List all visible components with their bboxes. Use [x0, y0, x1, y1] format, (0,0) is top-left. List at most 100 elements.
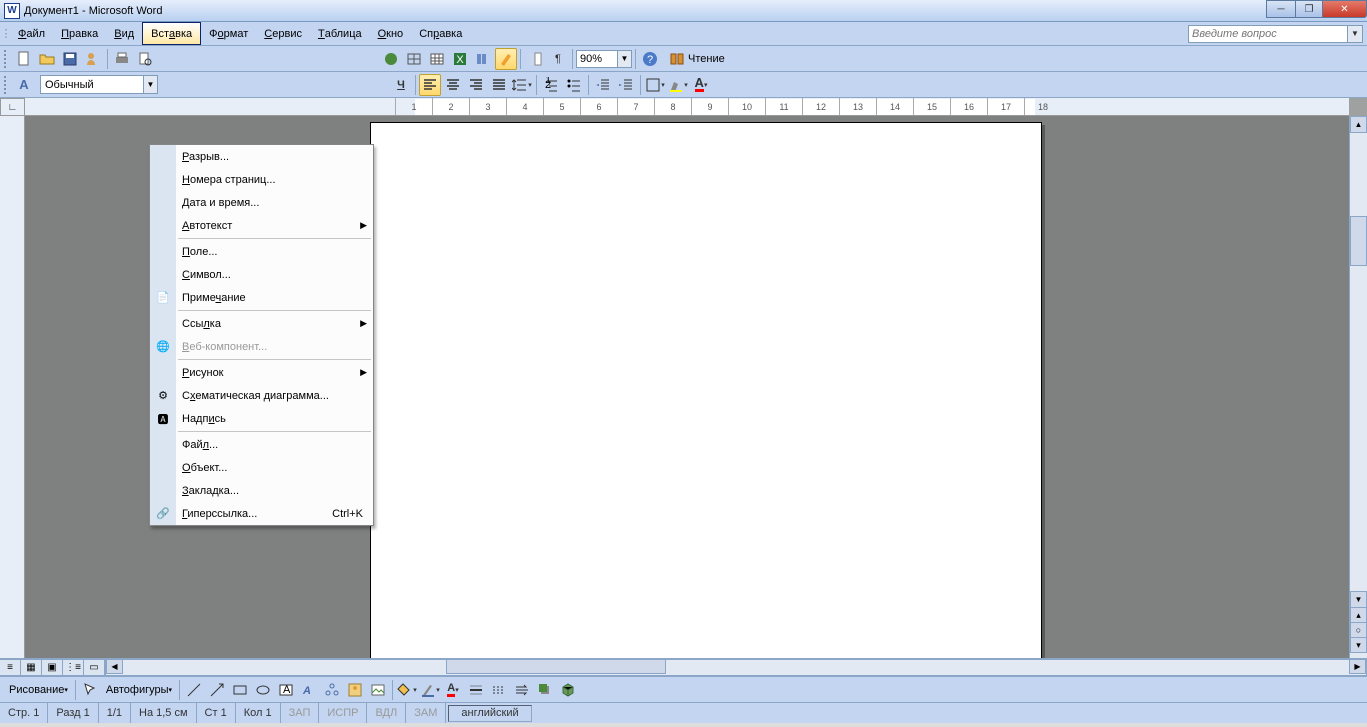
zoom-dropdown[interactable]: ▼ [618, 50, 632, 68]
show-marks-button[interactable]: ¶ [547, 48, 569, 70]
status-ovr[interactable]: ЗАМ [406, 703, 446, 723]
menu-формат[interactable]: Формат [201, 22, 256, 45]
prev-page-button[interactable]: ▴ [1350, 607, 1367, 623]
menu-сервис[interactable]: Сервис [256, 22, 310, 45]
new-button[interactable] [13, 48, 35, 70]
status-language[interactable]: английский [448, 705, 531, 722]
print-button[interactable] [111, 48, 133, 70]
menu-справка[interactable]: Справка [411, 22, 470, 45]
hscroll-thumb[interactable] [446, 659, 666, 674]
borders-button[interactable]: ▾ [644, 74, 666, 96]
help-search-dropdown[interactable]: ▼ [1348, 25, 1363, 43]
print-view-button[interactable]: ▣ [41, 659, 63, 676]
status-rec[interactable]: ЗАП [281, 703, 320, 723]
rectangle-button[interactable] [229, 679, 251, 701]
menu-item-разрыв[interactable]: Разрыв... [150, 145, 373, 168]
menu-item-объект[interactable]: Объект... [150, 456, 373, 479]
help-button[interactable]: ? [639, 48, 661, 70]
menu-item-рисунок[interactable]: Рисунок▶ [150, 361, 373, 384]
vertical-ruler[interactable]: ∟ [0, 116, 25, 658]
tab-selector[interactable]: ∟ [0, 98, 25, 116]
menu-item-файл[interactable]: Файл... [150, 433, 373, 456]
3d-button[interactable] [557, 679, 579, 701]
vertical-scrollbar[interactable]: ▲ ▼ ▴ ○ ▾ [1349, 116, 1367, 658]
zoom-input[interactable] [576, 50, 618, 68]
next-page-button[interactable]: ▾ [1350, 637, 1367, 653]
menu-item-дата-и-время[interactable]: Дата и время... [150, 191, 373, 214]
doc-map-button[interactable] [524, 48, 546, 70]
fill-color-button[interactable]: ▾ [396, 679, 418, 701]
scroll-left-button[interactable]: ◀ [106, 659, 123, 674]
bulleted-list-button[interactable] [563, 74, 585, 96]
menu-item-закладка[interactable]: Закладка... [150, 479, 373, 502]
align-justify-button[interactable] [488, 74, 510, 96]
align-left-button[interactable] [419, 74, 441, 96]
arrow-style-button[interactable] [511, 679, 533, 701]
toolbar-grip[interactable] [4, 76, 10, 94]
status-ext[interactable]: ВДЛ [367, 703, 406, 723]
columns-button[interactable] [472, 48, 494, 70]
menu-таблица[interactable]: Таблица [310, 22, 370, 45]
hyperlink-button[interactable] [380, 48, 402, 70]
menu-item-символ[interactable]: Символ... [150, 263, 373, 286]
print-preview-button[interactable] [134, 48, 156, 70]
menu-файл[interactable]: Файл [10, 22, 53, 45]
menu-item-гиперссылка[interactable]: 🔗Гиперссылка...Ctrl+K [150, 502, 373, 525]
font-color-draw-button[interactable]: A▾ [442, 679, 464, 701]
decrease-indent-button[interactable] [592, 74, 614, 96]
toolbar-grip[interactable] [4, 50, 10, 68]
select-objects-button[interactable] [79, 679, 101, 701]
permissions-button[interactable] [82, 48, 104, 70]
line-color-button[interactable]: ▾ [419, 679, 441, 701]
menu-item-примечание[interactable]: 📄Примечание [150, 286, 373, 309]
font-color-button[interactable]: A▾ [690, 74, 712, 96]
align-center-button[interactable] [442, 74, 464, 96]
menu-окно[interactable]: Окно [370, 22, 412, 45]
scroll-up-button[interactable]: ▲ [1350, 116, 1367, 133]
line-button[interactable] [183, 679, 205, 701]
insert-table-button[interactable] [426, 48, 448, 70]
oval-button[interactable] [252, 679, 274, 701]
browse-object-button[interactable]: ○ [1350, 622, 1367, 638]
normal-view-button[interactable]: ≡ [0, 659, 21, 676]
horizontal-scrollbar[interactable]: ◀ ▶ [105, 659, 1367, 676]
menu-вид[interactable]: Вид [106, 22, 142, 45]
style-dropdown[interactable]: ▼ [144, 75, 158, 94]
increase-indent-button[interactable] [615, 74, 637, 96]
highlight-button[interactable]: ▾ [667, 74, 689, 96]
picture-button[interactable] [367, 679, 389, 701]
close-button[interactable]: ✕ [1322, 0, 1367, 18]
menu-item-поле[interactable]: Поле... [150, 240, 373, 263]
align-right-button[interactable] [465, 74, 487, 96]
style-input[interactable] [40, 75, 144, 94]
reading-view-button[interactable]: ▭ [83, 659, 105, 676]
status-trk[interactable]: ИСПР [319, 703, 367, 723]
textbox-button[interactable]: A [275, 679, 297, 701]
shadow-button[interactable] [534, 679, 556, 701]
wordart-button[interactable]: A [298, 679, 320, 701]
toolbar-grip[interactable]: ⋮ [2, 22, 10, 45]
tables-borders-button[interactable] [403, 48, 425, 70]
dash-style-button[interactable] [488, 679, 510, 701]
outline-view-button[interactable]: ⋮≡ [62, 659, 84, 676]
drawing-toggle-button[interactable] [495, 48, 517, 70]
menu-item-номера-страниц[interactable]: Номера страниц... [150, 168, 373, 191]
diagram-button[interactable] [321, 679, 343, 701]
autoshapes-button[interactable]: Автофигуры ▾ [102, 679, 176, 701]
minimize-button[interactable]: ─ [1266, 0, 1296, 18]
web-view-button[interactable]: ▦ [20, 659, 42, 676]
menu-правка[interactable]: Правка [53, 22, 106, 45]
open-button[interactable] [36, 48, 58, 70]
drawing-menu-button[interactable]: Рисование ▾ [5, 679, 72, 701]
menu-вставка[interactable]: Вставка [142, 22, 201, 45]
arrow-button[interactable] [206, 679, 228, 701]
numbered-list-button[interactable]: 12 [540, 74, 562, 96]
line-style-button[interactable] [465, 679, 487, 701]
underline-button[interactable]: Ч [390, 74, 412, 96]
scroll-down-button[interactable]: ▼ [1350, 591, 1367, 608]
scroll-thumb[interactable] [1350, 216, 1367, 266]
help-search-input[interactable] [1188, 25, 1348, 43]
reading-layout-button[interactable]: Чтение [662, 48, 732, 70]
menu-item-схематическая-диаграмма[interactable]: ⚙Схематическая диаграмма... [150, 384, 373, 407]
excel-button[interactable]: X [449, 48, 471, 70]
